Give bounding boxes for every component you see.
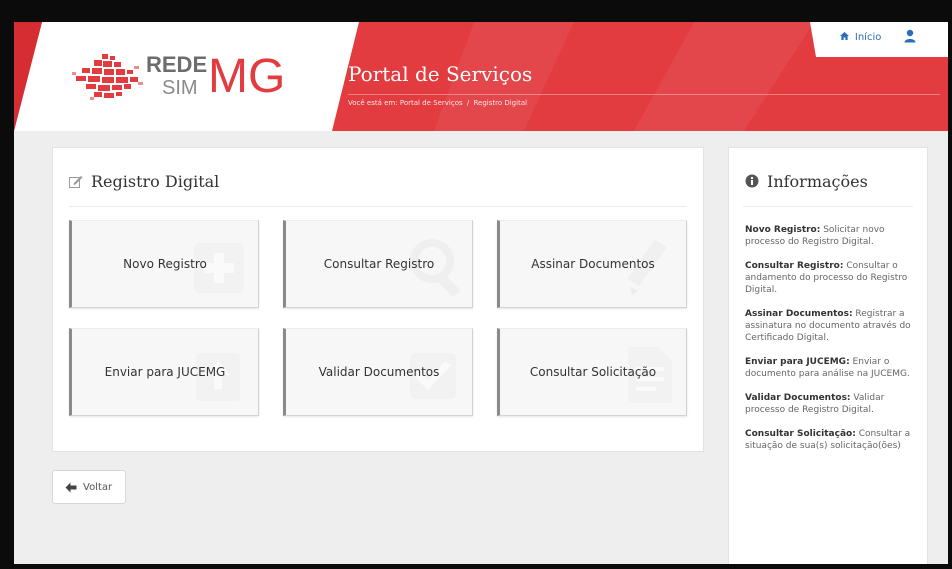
registro-digital-panel: Registro Digital Novo Registro Consultar… [52, 147, 704, 452]
info-item: Consultar Registro: Consultar o andament… [745, 260, 917, 296]
info-term: Novo Registro: [745, 225, 821, 235]
divider [743, 206, 913, 207]
edit-icon [69, 176, 83, 188]
app-window: REDE SIM MG Portal de Serviços Você está… [14, 22, 948, 564]
info-item: Novo Registro: Solicitar novo processo d… [745, 224, 917, 248]
header-banner: REDE SIM MG Portal de Serviços Você está… [14, 22, 948, 131]
info-item: Enviar para JUCEMG: Enviar o documento p… [745, 356, 917, 380]
tile-label: Assinar Documentos [531, 257, 655, 271]
tile-label: Validar Documentos [318, 365, 440, 379]
informacoes-panel: Informações Novo Registro: Solicitar nov… [728, 147, 928, 564]
tile-assinar-documentos[interactable]: Assinar Documentos [497, 220, 687, 308]
divider [69, 206, 687, 207]
tile-consultar-registro[interactable]: Consultar Registro [283, 220, 473, 308]
back-button[interactable]: Voltar [52, 470, 126, 504]
tile-label: Novo Registro [123, 257, 207, 271]
breadcrumb-prefix: Você está em: [348, 99, 398, 107]
info-term: Validar Documentos: [745, 393, 851, 403]
tile-consultar-solicitacao[interactable]: Consultar Solicitação [497, 328, 687, 416]
tile-label: Consultar Solicitação [529, 365, 657, 379]
tile-novo-registro[interactable]: Novo Registro [69, 220, 259, 308]
minas-gerais-map-icon [72, 54, 143, 100]
logo-sim: SIM [162, 77, 198, 99]
home-link[interactable]: Início [840, 32, 881, 43]
info-term: Assinar Documentos: [745, 309, 853, 319]
page-title: Portal de Serviços [348, 62, 533, 86]
info-panel-title: Informações [745, 172, 868, 191]
arrow-left-icon [65, 482, 77, 493]
panel-title-text: Registro Digital [91, 172, 220, 191]
tile-label: Enviar para JUCEMG [104, 365, 226, 379]
logo-mg: MG [208, 50, 286, 103]
info-title-text: Informações [767, 172, 868, 191]
breadcrumb-item-portal[interactable]: Portal de Serviços [400, 99, 463, 107]
info-term: Consultar Registro: [745, 261, 844, 271]
breadcrumb-separator: / [466, 99, 470, 107]
info-term: Enviar para JUCEMG: [745, 357, 850, 367]
tile-enviar-jucemg[interactable]: Enviar para JUCEMG [69, 328, 259, 416]
logo: REDE SIM MG [146, 50, 286, 104]
info-term: Consultar Solicitação: [745, 429, 856, 439]
info-item: Validar Documentos: Validar processo de … [745, 392, 917, 416]
info-item: Consultar Solicitação: Consultar a situa… [745, 428, 917, 452]
back-button-label: Voltar [83, 482, 113, 493]
home-link-label: Início [854, 32, 882, 43]
header-decoration [634, 22, 814, 131]
tile-label: Consultar Registro [323, 257, 435, 271]
logo-rede: REDE [146, 52, 208, 77]
divider [348, 94, 940, 95]
home-icon [840, 32, 852, 43]
breadcrumb: Você está em: Portal de Serviços / Regis… [348, 99, 527, 107]
info-icon [745, 174, 759, 188]
info-list: Novo Registro: Solicitar novo processo d… [745, 224, 917, 464]
tile-validar-documentos[interactable]: Validar Documentos [283, 328, 473, 416]
panel-title: Registro Digital [69, 172, 219, 191]
info-item: Assinar Documentos: Registrar a assinatu… [745, 308, 917, 344]
user-icon[interactable] [904, 29, 916, 43]
breadcrumb-item-current: Registro Digital [473, 99, 528, 107]
